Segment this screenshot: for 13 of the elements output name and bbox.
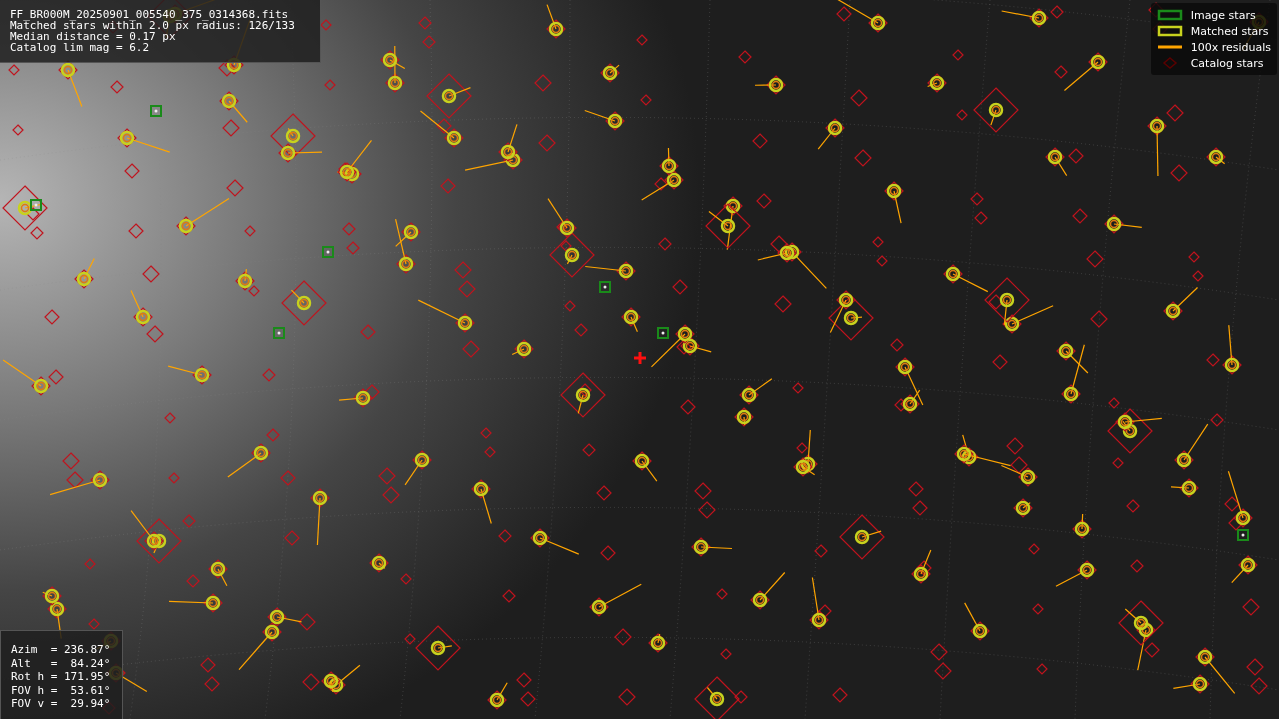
info-text: Catalog lim mag = 6.2	[10, 42, 151, 53]
pointing-text: Alt = 84.24°	[11, 656, 112, 671]
legend-label: Matched stars	[1190, 24, 1269, 38]
legend-label: Catalog stars	[1190, 56, 1264, 70]
info-text: Matched stars within 2.0 px radius: 126/133	[10, 20, 296, 31]
pointing-text: FOV v = 29.94°	[11, 697, 112, 711]
pointing-text: FOV h = 53.61°	[11, 683, 112, 698]
info-text: FF_BR000M_20250901_005540_375_0314368.fits	[10, 9, 290, 20]
legend-label: Image stars	[1190, 8, 1256, 22]
legend-label: 100x residuals	[1190, 40, 1271, 54]
pointing-text: Azim = 236.87°	[11, 643, 112, 657]
info-text: Median distance = 0.17 px	[10, 31, 176, 42]
pointing-text: Rot h = 171.95°	[11, 670, 112, 684]
